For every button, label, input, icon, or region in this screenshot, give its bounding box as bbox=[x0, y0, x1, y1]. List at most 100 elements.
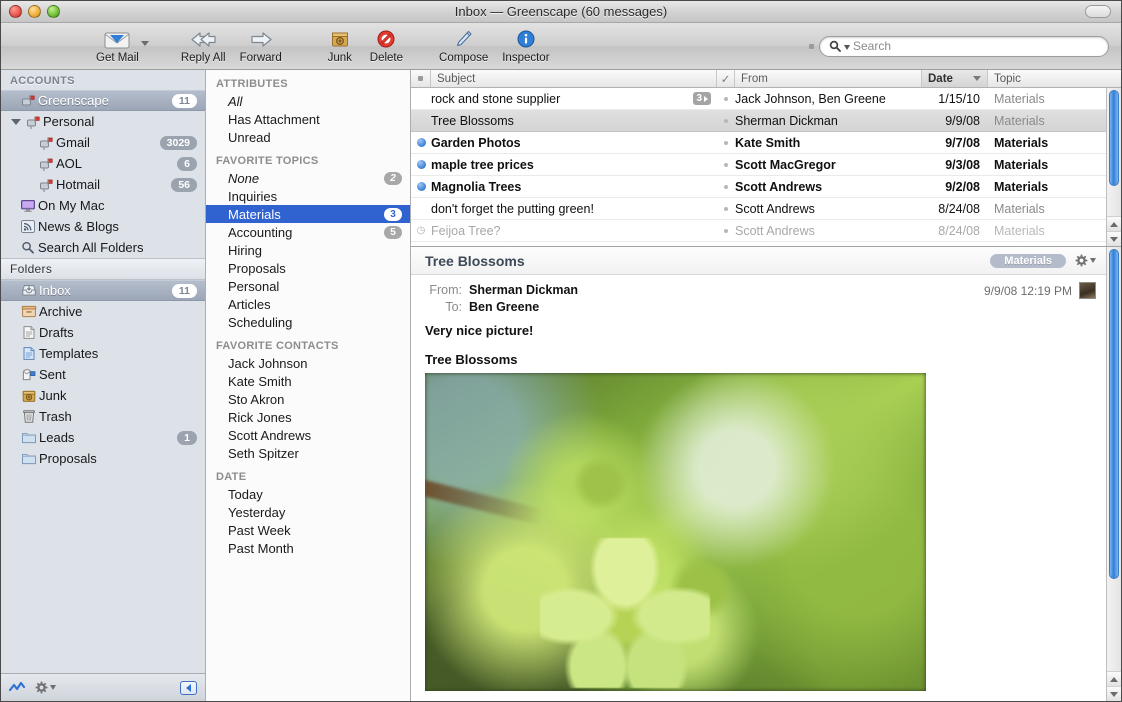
filter-item-proposals[interactable]: Proposals bbox=[206, 259, 410, 277]
filter-item-materials[interactable]: Materials 3 bbox=[206, 205, 410, 223]
filter-item-accounting[interactable]: Accounting 5 bbox=[206, 223, 410, 241]
filter-item-articles[interactable]: Articles bbox=[206, 295, 410, 313]
column-header-flag[interactable] bbox=[411, 70, 431, 87]
filter-item-jack-johnson[interactable]: Jack Johnson bbox=[206, 354, 410, 372]
filter-item-unread[interactable]: Unread bbox=[206, 128, 410, 146]
minimize-button[interactable] bbox=[28, 5, 41, 18]
scroll-up-button[interactable] bbox=[1107, 671, 1121, 686]
chevron-down-icon[interactable] bbox=[140, 41, 149, 46]
sidebar-item-inbox[interactable]: Inbox 11 bbox=[1, 280, 205, 301]
search-scope-chevron-icon[interactable] bbox=[844, 44, 850, 50]
scroll-up-button[interactable] bbox=[1107, 216, 1121, 231]
thread-count-badge[interactable]: 3 bbox=[693, 92, 711, 105]
table-row[interactable]: maple tree prices Scott MacGregor 9/3/08 Ma… bbox=[411, 154, 1106, 176]
scrollbar-thumb[interactable] bbox=[1109, 90, 1119, 186]
unread-indicator-icon[interactable] bbox=[416, 182, 426, 191]
to-value[interactable]: Ben Greene bbox=[469, 300, 539, 314]
column-header-subject[interactable]: Subject bbox=[431, 70, 717, 87]
filter-item-sto-akron[interactable]: Sto Akron bbox=[206, 390, 410, 408]
row-check-cell bbox=[717, 228, 735, 233]
sidebar-item-hotmail[interactable]: Hotmail 56 bbox=[1, 174, 205, 195]
filter-item-scheduling[interactable]: Scheduling bbox=[206, 313, 410, 331]
sidebar-item-proposals[interactable]: Proposals bbox=[1, 448, 205, 469]
message-view: Tree Blossoms Materials From: Sherman Di… bbox=[411, 247, 1106, 701]
sidebar-item-on-my-mac[interactable]: On My Mac bbox=[1, 195, 205, 216]
message-topic-tag[interactable]: Materials bbox=[990, 253, 1066, 268]
column-header-topic[interactable]: Topic bbox=[988, 70, 1121, 87]
search-input[interactable]: Search bbox=[819, 35, 1109, 57]
sidebar-item-greenscape[interactable]: Greenscape 11 bbox=[1, 90, 205, 111]
message-list-scrollbar[interactable] bbox=[1106, 88, 1121, 246]
from-value[interactable]: Sherman Dickman bbox=[469, 283, 578, 297]
reply-all-button[interactable]: Reply All bbox=[174, 28, 233, 64]
unread-indicator-icon[interactable] bbox=[416, 160, 426, 169]
unread-indicator-icon[interactable] bbox=[416, 138, 426, 147]
scrollbar-thumb[interactable] bbox=[1109, 249, 1119, 579]
scroll-down-button[interactable] bbox=[1107, 231, 1121, 246]
get-mail-button[interactable]: Get Mail bbox=[89, 28, 149, 64]
sidebar-item-personal[interactable]: Personal bbox=[1, 111, 205, 132]
table-row[interactable]: Magnolia Trees Scott Andrews 9/2/08 Materia… bbox=[411, 176, 1106, 198]
filter-item-none[interactable]: None 2 bbox=[206, 169, 410, 187]
sidebar-item-drafts[interactable]: Drafts bbox=[1, 322, 205, 343]
scrollbar-track[interactable] bbox=[1107, 247, 1121, 671]
row-flag-cell bbox=[411, 160, 431, 169]
filter-item-kate-smith[interactable]: Kate Smith bbox=[206, 372, 410, 390]
filter-item-yesterday[interactable]: Yesterday bbox=[206, 503, 410, 521]
table-row[interactable]: don't forget the putting green! Scott And… bbox=[411, 198, 1106, 220]
filter-item-seth-spitzer[interactable]: Seth Spitzer bbox=[206, 444, 410, 462]
table-row[interactable]: Tree Blossoms Sherman Dickman 9/9/08 Materi… bbox=[411, 110, 1106, 132]
scrollbar-track[interactable] bbox=[1107, 88, 1121, 216]
filter-item-past-month[interactable]: Past Month bbox=[206, 539, 410, 557]
row-subject-cell: don't forget the putting green! bbox=[431, 202, 717, 216]
sidebar-item-search-all-folders[interactable]: Search All Folders bbox=[1, 237, 205, 258]
column-header-date[interactable]: Date bbox=[922, 70, 988, 87]
filter-item-all[interactable]: All bbox=[206, 92, 410, 110]
sidebar-item-junk[interactable]: Junk bbox=[1, 385, 205, 406]
filter-item-has-attachment[interactable]: Has Attachment bbox=[206, 110, 410, 128]
filter-item-today[interactable]: Today bbox=[206, 485, 410, 503]
filter-item-inquiries[interactable]: Inquiries bbox=[206, 187, 410, 205]
sidebar-item-gmail[interactable]: Gmail 3029 bbox=[1, 132, 205, 153]
close-button[interactable] bbox=[9, 5, 22, 18]
filter-item-rick-jones[interactable]: Rick Jones bbox=[206, 408, 410, 426]
row-subject-cell: Garden Photos bbox=[431, 136, 717, 150]
filter-item-label: All bbox=[228, 93, 243, 109]
sidebar-item-trash[interactable]: Trash bbox=[1, 406, 205, 427]
table-row[interactable]: Garden Photos Kate Smith 9/7/08 Materials bbox=[411, 132, 1106, 154]
delete-button[interactable]: Delete bbox=[363, 28, 410, 64]
message-action-menu[interactable] bbox=[1075, 254, 1096, 267]
table-row[interactable]: ◷ Feijoa Tree? Scott Andrews 8/24/08 Materia… bbox=[411, 220, 1106, 242]
table-row[interactable]: rock and stone supplier 3 Jack Johnson, Be… bbox=[411, 88, 1106, 110]
toolbar-toggle-button[interactable] bbox=[1085, 5, 1111, 18]
collapse-sidebar-button[interactable] bbox=[180, 680, 197, 695]
scroll-down-button[interactable] bbox=[1107, 686, 1121, 701]
column-header-checkmark[interactable]: ✓ bbox=[717, 70, 735, 87]
filter-item-personal[interactable]: Personal bbox=[206, 277, 410, 295]
sidebar-item-news-blogs[interactable]: News & Blogs bbox=[1, 216, 205, 237]
forward-button[interactable]: Forward bbox=[233, 28, 289, 64]
row-from-cell: Sherman Dickman bbox=[735, 113, 838, 128]
junk-button[interactable]: Junk bbox=[317, 28, 363, 64]
sidebar-item-aol[interactable]: AOL 6 bbox=[1, 153, 205, 174]
sidebar-item-archive[interactable]: Archive bbox=[1, 301, 205, 322]
filter-item-label: Proposals bbox=[228, 260, 286, 276]
compose-button[interactable]: Compose bbox=[432, 28, 495, 64]
column-header-from[interactable]: From bbox=[735, 70, 922, 87]
message-list-body: rock and stone supplier 3 Jack Johnson, Be… bbox=[411, 88, 1121, 246]
activity-zigzag-icon[interactable] bbox=[9, 681, 25, 694]
sidebar-item-sent[interactable]: Sent bbox=[1, 364, 205, 385]
disclosure-triangle-icon[interactable] bbox=[11, 118, 21, 125]
message-view-scrollbar[interactable] bbox=[1106, 247, 1121, 701]
sidebar-item-templates[interactable]: Templates bbox=[1, 343, 205, 364]
arrow-up-icon bbox=[1110, 676, 1118, 682]
sidebar-action-menu[interactable] bbox=[35, 681, 56, 694]
filter-item-hiring[interactable]: Hiring bbox=[206, 241, 410, 259]
filter-item-scott-andrews[interactable]: Scott Andrews bbox=[206, 426, 410, 444]
filter-item-past-week[interactable]: Past Week bbox=[206, 521, 410, 539]
message-attachment-image[interactable] bbox=[425, 373, 926, 691]
sidebar-item-leads[interactable]: Leads 1 bbox=[1, 427, 205, 448]
row-flag-cell bbox=[411, 182, 431, 191]
zoom-button[interactable] bbox=[47, 5, 60, 18]
inspector-button[interactable]: Inspector bbox=[495, 28, 556, 64]
